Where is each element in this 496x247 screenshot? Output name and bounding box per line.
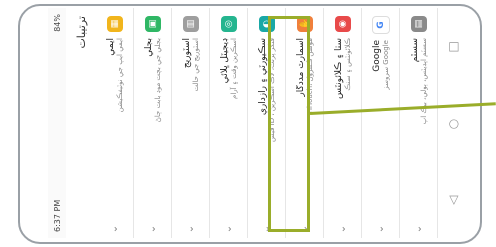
status-bar: 6:37 PM 84%	[48, 8, 66, 238]
recent-apps-icon[interactable]: □	[446, 41, 460, 52]
settings-item-desc: بجلي جي بچت موڊ بابت ڄاڻ	[153, 38, 162, 123]
battery-icon: ▣	[144, 16, 161, 32]
battery-level: 84%	[52, 14, 62, 32]
settings-item-title: ايمي	[105, 38, 116, 56]
settings-item-desc: سسٽم اپڊيٽس، ٻولي، بيڪ اپ	[419, 38, 428, 125]
wellbeing-icon: ◎	[220, 16, 237, 32]
chevron-down-icon: ⌄	[185, 224, 196, 234]
page-title: ترتيبات	[74, 16, 88, 49]
settings-item-title: اسٽوريج	[181, 38, 192, 69]
settings-item-battery[interactable]: ⌄ بجلي بجلي جي بچت موڊ بابت ڄاڻ ▣	[134, 8, 172, 238]
chevron-down-icon: ⌄	[223, 224, 234, 234]
back-icon[interactable]: ◁	[446, 196, 460, 205]
settings-item-storage[interactable]: ⌄ اسٽوريج اسٽوريج جي حالت ▥	[172, 8, 210, 238]
settings-item-desc: ايمي ايپ جي نوٽيفڪيشن	[115, 38, 124, 113]
navigation-bar: ◁ ○ □	[438, 8, 468, 238]
app-icon: ▦	[106, 16, 123, 32]
settings-item-title: Google	[371, 40, 382, 72]
settings-item-digital-wellbeing[interactable]: ⌄ ڊيجيٽل ڀلائي اسڪرين وقت ۽ آرام ◎	[210, 8, 248, 238]
status-time: 6:37 PM	[52, 199, 62, 232]
chevron-down-icon: ⌄	[109, 224, 120, 234]
page-title-bar: ترتيبات	[66, 8, 96, 238]
chevron-down-icon: ⌄	[147, 224, 158, 234]
settings-item-accounts[interactable]: ⌄ سٺا ۽ ڪلائونٽس ڪلائونٽس ۽ سنڪ ◉	[324, 8, 362, 238]
settings-item-emmi[interactable]: ⌄ ايمي ايمي ايپ جي نوٽيفڪيشن ▦	[96, 8, 134, 238]
storage-icon: ▥	[182, 16, 199, 32]
home-icon[interactable]: ○	[446, 119, 460, 129]
settings-item-desc: اسڪرين وقت ۽ آرام	[229, 38, 238, 100]
settings-item-desc: ڪلائونٽس ۽ سنڪ	[343, 38, 352, 91]
settings-item-desc: اسٽوريج جي حالت	[191, 38, 200, 92]
google-icon: G	[371, 16, 390, 34]
settings-item-title: سٺا ۽ ڪلائونٽس	[333, 38, 344, 100]
settings-item-title: بجلي	[143, 38, 154, 57]
accounts-icon: ◉	[334, 16, 351, 32]
chevron-down-icon: ⌄	[413, 224, 424, 234]
settings-item-title: سسٽم	[409, 38, 420, 63]
settings-item-desc: سروسز Google	[381, 40, 390, 90]
phone-screen: 6:37 PM 84% ترتيبات ⌄ ايمي ايمي ايپ جي ن…	[48, 8, 468, 238]
settings-item-google[interactable]: ⌄ Google سروسز Google G	[362, 8, 400, 238]
settings-item-title: ڊيجيٽل ڀلائي	[219, 38, 230, 84]
highlight-box	[268, 16, 310, 232]
settings-item-system[interactable]: ⌄ سسٽم سسٽم اپڊيٽس، ٻولي، بيڪ اپ ▤	[400, 8, 438, 238]
chevron-down-icon: ⌄	[375, 224, 386, 234]
chevron-down-icon: ⌄	[337, 224, 348, 234]
system-icon: ▤	[410, 16, 427, 32]
settings-list: ⌄ ايمي ايمي ايپ جي نوٽيفڪيشن ▦ ⌄ بجلي بج…	[96, 8, 438, 238]
settings-item-title: سڪيورٽي ۽ رازداري	[257, 38, 268, 116]
